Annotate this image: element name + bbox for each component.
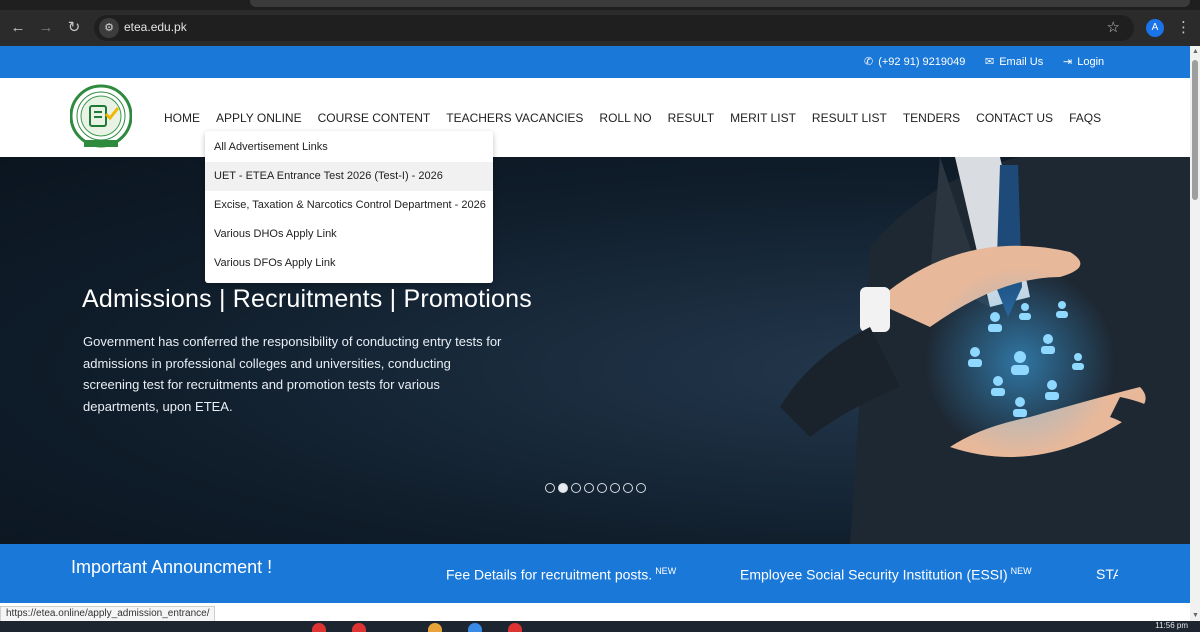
browser-tab[interactable]: [250, 0, 1190, 7]
arrow-right-icon[interactable]: →: [36, 18, 56, 38]
slider-dot[interactable]: [545, 483, 555, 493]
slider-dot[interactable]: [610, 483, 620, 493]
announcement-item[interactable]: Employee Social Security Institution (ES…: [740, 566, 1032, 583]
folder-icon[interactable]: [428, 623, 442, 632]
app-icon[interactable]: [468, 623, 482, 632]
hero-description: Government has conferred the responsibil…: [83, 334, 502, 414]
email-label: Email Us: [999, 55, 1044, 68]
app-icon[interactable]: [508, 623, 522, 632]
businessman-hands-illustration: [780, 157, 1190, 544]
scroll-up-icon[interactable]: ▲: [1192, 48, 1199, 55]
phone-icon: ✆: [864, 56, 874, 68]
email-link[interactable]: ✉ Email Us: [985, 55, 1044, 69]
slider-dots: [545, 483, 646, 493]
nav-contact-us[interactable]: CONTACT US: [976, 111, 1053, 125]
dropdown-item-excise-taxation[interactable]: Excise, Taxation & Narcotics Control Dep…: [205, 191, 493, 220]
new-badge: NEW: [1010, 566, 1032, 576]
nav-teachers-vacancies[interactable]: TEACHERS VACANCIES: [446, 111, 583, 125]
login-icon: ⇥: [1063, 56, 1073, 68]
slider-dot[interactable]: [623, 483, 633, 493]
login-label: Login: [1077, 55, 1105, 68]
slider-dot[interactable]: [584, 483, 594, 493]
etea-logo[interactable]: [70, 84, 132, 150]
announcement-title: Important Announcment !: [71, 557, 273, 577]
address-bar[interactable]: ⚙ etea.edu.pk ☆: [94, 15, 1134, 41]
announcement-text: Fee Details for recruitment posts.: [446, 566, 653, 583]
profile-avatar[interactable]: A: [1146, 19, 1164, 37]
nav-tenders[interactable]: TENDERS: [903, 111, 960, 125]
site-header: HOME APPLY ONLINE COURSE CONTENT TEACHER…: [0, 78, 1190, 157]
phone-number: (+92 91) 9219049: [878, 55, 966, 68]
announcement-text: STA: [1096, 566, 1118, 582]
taskbar-clock: 11:56 pm: [1155, 621, 1188, 630]
nav-result[interactable]: RESULT: [668, 111, 714, 125]
new-badge: NEW: [655, 566, 677, 576]
announcement-item[interactable]: STA: [1096, 566, 1118, 582]
slider-dot-active[interactable]: [558, 483, 568, 493]
address-url[interactable]: etea.edu.pk: [124, 20, 187, 34]
login-link[interactable]: ⇥ Login: [1063, 55, 1105, 69]
nav-result-list[interactable]: RESULT LIST: [812, 111, 887, 125]
dropdown-item-various-dhos[interactable]: Various DHOs Apply Link: [205, 220, 493, 249]
page-scrollbar[interactable]: ▲ ▼: [1190, 46, 1200, 621]
slider-dot[interactable]: [571, 483, 581, 493]
reload-icon[interactable]: ↻: [64, 18, 84, 38]
contact-bar: ✆ (+92 91) 9219049 ✉ Email Us ⇥ Login: [0, 46, 1190, 78]
app-icon[interactable]: [352, 623, 366, 632]
kebab-icon[interactable]: ⋮: [1176, 18, 1191, 38]
nav-apply-online[interactable]: APPLY ONLINE: [216, 111, 302, 125]
chrome-icon[interactable]: [312, 623, 326, 632]
hero-title: Admissions | Recruitments | Promotions: [82, 285, 532, 313]
dropdown-item-various-dfos[interactable]: Various DFOs Apply Link: [205, 249, 493, 278]
hero-slider: Admissions | Recruitments | Promotions G…: [0, 157, 1190, 544]
star-icon[interactable]: ☆: [1107, 18, 1120, 36]
browser-toolbar: ← → ↻ ⚙ etea.edu.pk ☆ A ⋮: [0, 10, 1200, 46]
nav-course-content[interactable]: COURSE CONTENT: [318, 111, 431, 125]
nav-home[interactable]: HOME: [164, 111, 200, 125]
browser-tab-strip: [0, 0, 1200, 10]
tune-icon[interactable]: ⚙: [99, 18, 119, 38]
dropdown-item-all-advertisement-links[interactable]: All Advertisement Links: [205, 133, 493, 162]
apply-online-dropdown: All Advertisement Links UET - ETEA Entra…: [205, 131, 493, 283]
nav-merit-list[interactable]: MERIT LIST: [730, 111, 796, 125]
slider-dot[interactable]: [597, 483, 607, 493]
nav-faqs[interactable]: FAQS: [1069, 111, 1101, 125]
announcement-bar: Important Announcment ! Fee Details for …: [0, 544, 1190, 603]
envelope-icon: ✉: [985, 56, 995, 68]
announcement-item[interactable]: Fee Details for recruitment posts. NEW: [446, 566, 676, 583]
arrow-left-icon[interactable]: ←: [8, 18, 28, 38]
status-bar-url: https://etea.online/apply_admission_entr…: [0, 606, 216, 622]
scroll-down-icon[interactable]: ▼: [1192, 612, 1199, 619]
slider-dot[interactable]: [636, 483, 646, 493]
main-nav: HOME APPLY ONLINE COURSE CONTENT TEACHER…: [164, 111, 1117, 125]
nav-roll-no[interactable]: ROLL NO: [599, 111, 651, 125]
announcement-text: Employee Social Security Institution (ES…: [740, 566, 1008, 583]
os-taskbar: 11:56 pm: [0, 621, 1200, 632]
phone-contact[interactable]: ✆ (+92 91) 9219049: [864, 55, 966, 69]
scroll-thumb[interactable]: [1192, 60, 1198, 200]
dropdown-item-uet-etea-entrance-test[interactable]: UET - ETEA Entrance Test 2026 (Test-I) -…: [205, 162, 493, 191]
